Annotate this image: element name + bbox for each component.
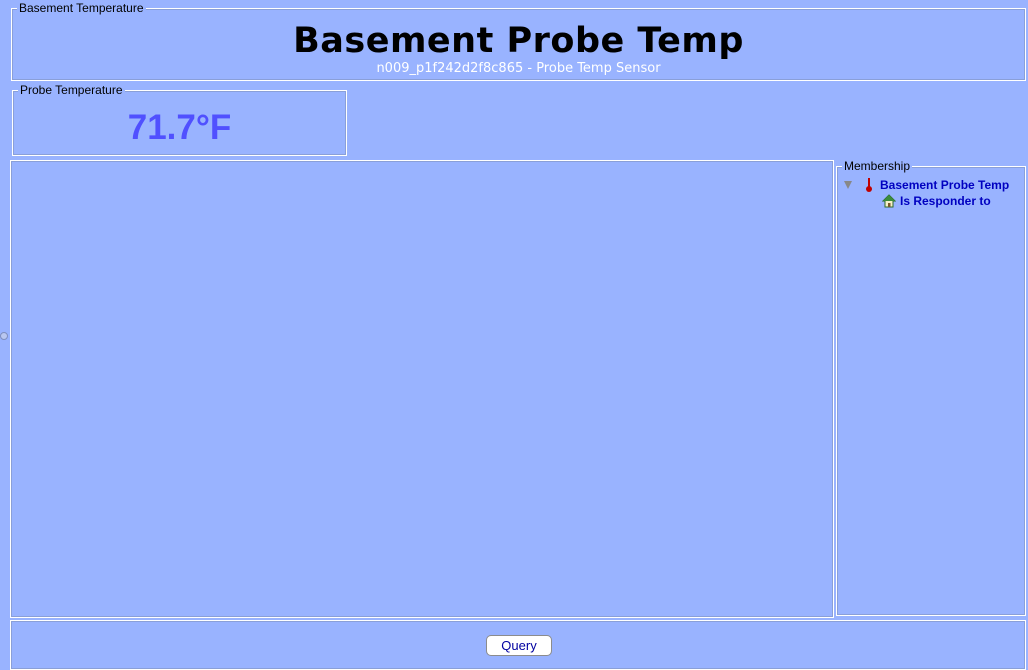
footer-panel: Query — [10, 620, 1026, 670]
probe-temperature-value: 71.7°F — [127, 108, 232, 147]
membership-group-label: Membership — [842, 159, 913, 173]
thermometer-icon — [864, 178, 874, 192]
device-window: Basement Temperature Basement Probe Temp… — [0, 0, 1028, 670]
basement-temperature-group-label: Basement Temperature — [17, 1, 146, 15]
tree-expand-icon[interactable] — [844, 181, 852, 189]
basement-temperature-group: Basement Temperature Basement Probe Temp… — [11, 1, 1026, 81]
home-icon — [881, 194, 897, 208]
tree-item-is-responder-to[interactable]: Is Responder to — [900, 194, 991, 209]
membership-group: Membership Basement Probe Temp Is Respon… — [836, 159, 1026, 616]
probe-temperature-group-label: Probe Temperature — [18, 83, 125, 97]
query-button[interactable]: Query — [486, 635, 552, 656]
page-title: Basement Probe Temp — [293, 21, 744, 61]
main-content-panel — [10, 160, 834, 618]
splitter-handle[interactable] — [0, 332, 8, 340]
probe-temperature-group: Probe Temperature 71.7°F — [12, 83, 347, 156]
tree-item-basement-probe-temp[interactable]: Basement Probe Temp — [880, 178, 1009, 193]
device-subtitle: n009_p1f242d2f8c865 - Probe Temp Sensor — [376, 61, 661, 76]
